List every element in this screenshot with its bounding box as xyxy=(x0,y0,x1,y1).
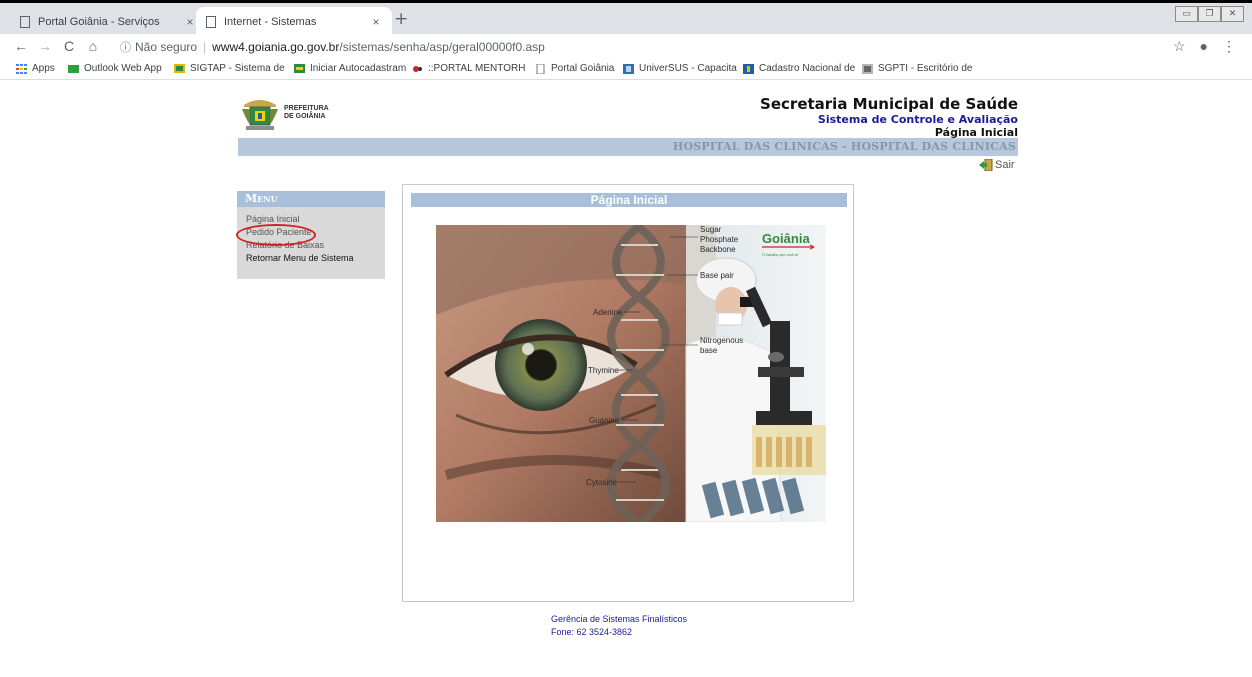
address-input[interactable]: ⓘ Não seguro | www4.goiania.go.gov.br/si… xyxy=(120,37,545,57)
coat-of-arms-icon xyxy=(242,100,278,130)
sgpti-icon xyxy=(862,63,873,74)
universus-icon xyxy=(623,63,634,74)
brand-goiania: Goiânia xyxy=(762,231,810,246)
url-path: /sistemas/senha/asp/geral00000f0.asp xyxy=(339,40,545,54)
tab-title: Internet - Sistemas xyxy=(224,16,317,28)
bookmark-label: SGPTI - Escritório de xyxy=(878,63,973,74)
label-cytosine: Cytosine xyxy=(586,478,618,487)
tab-portal-goiania[interactable]: Portal Goiânia - Serviços × xyxy=(10,7,206,37)
address-separator: | xyxy=(203,40,207,54)
logo-line-1: PREFEITURA xyxy=(284,105,329,112)
logout-label: Sair xyxy=(995,159,1015,171)
mail-icon xyxy=(68,64,79,73)
system-subtitle: Sistema de Controle e Avaliação xyxy=(817,113,1018,126)
bookmark-autocadastro[interactable]: Iniciar Autocadastram xyxy=(294,63,406,74)
bookmark-sigtap[interactable]: SIGTAP - Sistema de xyxy=(174,63,285,74)
back-icon[interactable]: ← xyxy=(10,38,32,54)
cadastro-icon xyxy=(743,63,754,74)
reload-icon[interactable]: C xyxy=(58,38,80,54)
profile-icon[interactable]: ● xyxy=(1200,38,1208,55)
apps-grid-icon xyxy=(16,63,27,74)
footer-department: Gerência de Sistemas Finalísticos xyxy=(551,614,688,624)
brand-tagline: O trabalho que você vê xyxy=(762,253,798,257)
exit-door-icon xyxy=(979,159,993,171)
minimize-icon[interactable]: ▭ xyxy=(1175,6,1198,22)
prefeitura-logo[interactable]: PREFEITURA DE GOIÂNIA xyxy=(240,95,329,131)
logo-line-2: DE GOIÂNIA xyxy=(284,113,326,120)
label-nitrogenous: Nitrogenous xyxy=(700,336,743,345)
highlight-circle-annotation xyxy=(236,224,316,246)
browser-window: Portal Goiânia - Serviços × Internet - S… xyxy=(0,0,1252,677)
bookmark-star-icon[interactable]: ☆ xyxy=(1173,38,1186,55)
page-title: Secretaria Municipal de Saúde xyxy=(760,95,1018,113)
toolbar-right: ☆ ● ⋮ xyxy=(1173,38,1236,55)
label-guanine: Guanine xyxy=(589,416,620,425)
bookmark-label: ::PORTAL MENTORH xyxy=(428,63,526,74)
window-controls: ▭ ❐ ✕ xyxy=(1175,6,1244,22)
info-icon[interactable]: ⓘ xyxy=(120,39,131,55)
bookmarks-bar: Apps Outlook Web App SIGTAP - Sistema de… xyxy=(0,60,1252,80)
content-title: Página Inicial xyxy=(411,193,847,207)
bookmark-label: UniverSUS - Capacita xyxy=(639,63,737,74)
footer-phone: Fone: 62 3524-3862 xyxy=(551,627,633,637)
web-page: PREFEITURA DE GOIÂNIA Secretaria Municip… xyxy=(0,81,1252,677)
label-phosphate: Phosphate xyxy=(700,235,739,244)
bookmark-sgpti[interactable]: SGPTI - Escritório de xyxy=(862,63,972,74)
bookmark-mentorh[interactable]: ::PORTAL MENTORH xyxy=(412,63,525,74)
address-bar-row: ← → C ⌂ ⓘ Não seguro | www4.goiania.go.g… xyxy=(0,34,1252,60)
unit-banner: HOSPITAL DAS CLINICAS - HOSPITAL DAS CLI… xyxy=(238,138,1018,156)
footer: Gerência de Sistemas Finalísticos Fone: … xyxy=(551,613,687,639)
label-backbone: Backbone xyxy=(700,245,736,254)
url-host: www4.goiania.go.gov.br xyxy=(212,40,340,54)
security-label: Não seguro xyxy=(135,40,198,54)
bookmark-label: Apps xyxy=(32,63,55,74)
bookmark-label: Cadastro Nacional de xyxy=(759,63,856,74)
page-icon xyxy=(536,63,545,74)
sigtap-icon xyxy=(174,63,185,73)
label-sugar: Sugar xyxy=(700,225,722,234)
content-frame: Página Inicial Sugar Phosphate Backbone … xyxy=(402,184,854,602)
restore-icon[interactable]: ❐ xyxy=(1198,6,1221,22)
close-window-icon[interactable]: ✕ xyxy=(1221,6,1244,22)
nav-buttons: ← → C ⌂ xyxy=(10,38,104,54)
bookmark-cadastro-nacional[interactable]: Cadastro Nacional de xyxy=(743,63,855,74)
forward-icon[interactable]: → xyxy=(34,38,56,54)
autocadastro-icon xyxy=(294,63,305,73)
tab-internet-sistemas[interactable]: Internet - Sistemas × xyxy=(196,7,392,37)
menu-item-retornar-menu[interactable]: Retornar Menu de Sistema xyxy=(237,252,385,265)
label-base-pair: Base pair xyxy=(700,271,734,280)
label-base: base xyxy=(700,346,718,355)
bookmark-label: SIGTAP - Sistema de xyxy=(190,63,285,74)
mentorh-icon xyxy=(413,65,422,72)
menu-kebab-icon[interactable]: ⋮ xyxy=(1222,38,1236,55)
tab-title: Portal Goiânia - Serviços xyxy=(38,16,160,28)
home-icon[interactable]: ⌂ xyxy=(82,38,104,54)
page-icon xyxy=(206,16,216,28)
page-icon xyxy=(20,16,30,28)
bookmark-outlook[interactable]: Outlook Web App xyxy=(68,63,162,74)
close-icon[interactable]: × xyxy=(366,15,386,29)
logout-link[interactable]: Sair xyxy=(979,159,1015,171)
hero-image: Sugar Phosphate Backbone Base pair Adeni… xyxy=(436,225,826,522)
bookmark-label: Outlook Web App xyxy=(84,63,162,74)
header-titles: Secretaria Municipal de Saúde Sistema de… xyxy=(700,95,1018,140)
bookmark-apps[interactable]: Apps xyxy=(16,63,55,74)
bookmark-label: Iniciar Autocadastram xyxy=(310,63,407,74)
bookmark-portal-goiania[interactable]: Portal Goiânia xyxy=(535,63,614,74)
bookmark-universus[interactable]: UniverSUS - Capacita xyxy=(623,63,737,74)
new-tab-button[interactable]: + xyxy=(394,9,408,29)
label-thymine: Thymine xyxy=(588,366,619,375)
label-adenine: Adenine xyxy=(593,308,623,317)
bookmark-label: Portal Goiânia xyxy=(551,63,615,74)
menu-title: Menu xyxy=(237,191,385,207)
tab-strip: Portal Goiânia - Serviços × Internet - S… xyxy=(0,0,1252,37)
